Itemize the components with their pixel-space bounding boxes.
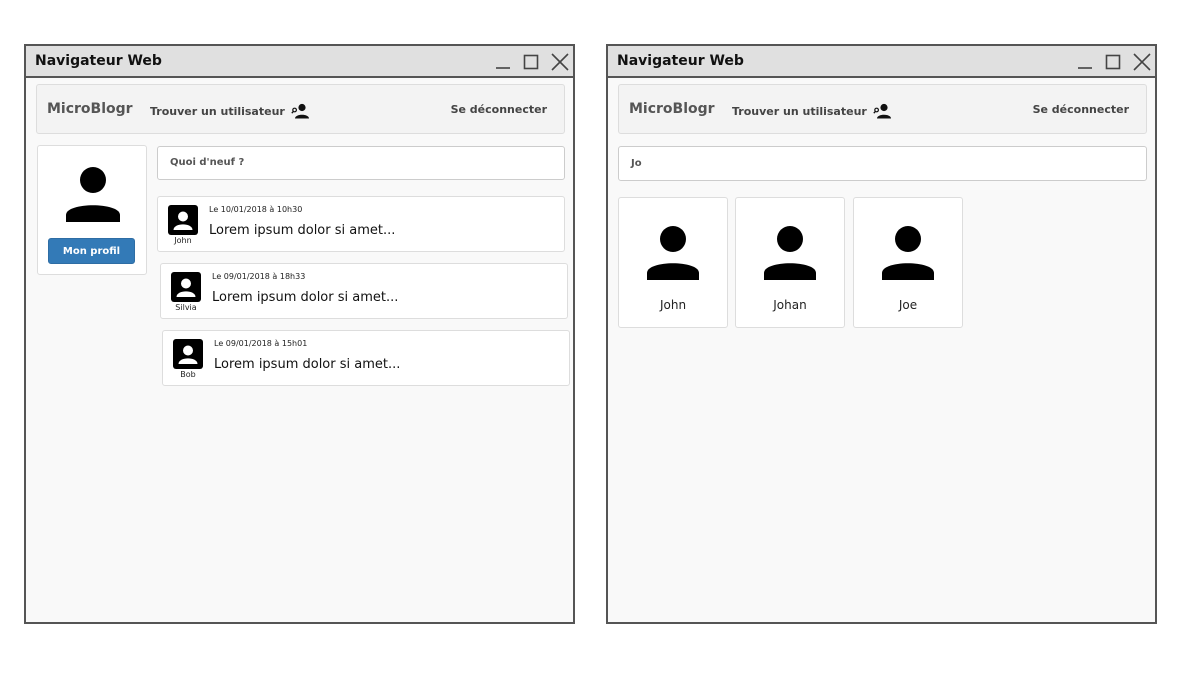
profile-card: Mon profil [37,145,147,275]
my-profile-button[interactable]: Mon profil [48,238,135,264]
user-avatar-icon [64,166,122,222]
find-user-link[interactable]: Trouver un utilisateur [150,103,311,119]
app-navbar: MicroBlogr Trouver un utilisateur Se déc… [618,84,1147,134]
minimize-icon[interactable] [493,52,513,72]
post-item[interactable]: John Le 10/01/2018 à 10h30 Lorem ipsum d… [157,196,565,252]
logout-link[interactable]: Se déconnecter [451,103,547,116]
account-box-icon [171,272,201,302]
compose-input[interactable]: Quoi d'neuf ? [157,146,565,180]
user-search-icon [291,103,311,119]
post-text: Lorem ipsum dolor si amet... [214,357,401,372]
user-avatar-icon [881,226,935,280]
window-title: Navigateur Web [617,53,744,69]
user-result-name: Johan [773,298,807,312]
post-author: Silvia [175,303,197,312]
maximize-icon[interactable] [1103,52,1123,72]
user-avatar-icon [646,226,700,280]
window-titlebar: Navigateur Web [26,46,573,78]
logout-link[interactable]: Se déconnecter [1033,103,1129,116]
brand-logo[interactable]: MicroBlogr [629,101,715,117]
post-date: Le 09/01/2018 à 18h33 [212,272,306,281]
user-avatar-icon [763,226,817,280]
post-item[interactable]: Silvia Le 09/01/2018 à 18h33 Lorem ipsum… [160,263,568,319]
post-text: Lorem ipsum dolor si amet... [209,223,396,238]
window-title: Navigateur Web [35,53,162,69]
maximize-icon[interactable] [521,52,541,72]
browser-window-search: Navigateur Web MicroBlogr Trouver un uti… [606,44,1157,624]
window-titlebar: Navigateur Web [608,46,1155,78]
find-user-label: Trouver un utilisateur [150,104,285,118]
user-result-card[interactable]: Johan [735,197,845,328]
post-date: Le 09/01/2018 à 15h01 [214,339,308,348]
find-user-link[interactable]: Trouver un utilisateur [732,103,893,119]
post-text: Lorem ipsum dolor si amet... [212,290,399,305]
user-result-name: Joe [898,298,918,312]
app-navbar: MicroBlogr Trouver un utilisateur Se déc… [36,84,565,134]
browser-window-timeline: Navigateur Web MicroBlogr Trouver un uti… [24,44,575,624]
account-box-icon [173,339,203,369]
user-search-input[interactable]: Jo [618,146,1147,181]
brand-logo[interactable]: MicroBlogr [47,101,133,117]
minimize-icon[interactable] [1075,52,1095,72]
close-icon[interactable] [1132,52,1152,72]
post-author: Bob [180,370,196,379]
user-search-icon [873,103,893,119]
post-author: John [174,236,192,245]
user-result-card[interactable]: John [618,197,728,328]
post-item[interactable]: Bob Le 09/01/2018 à 15h01 Lorem ipsum do… [162,330,570,386]
close-icon[interactable] [550,52,570,72]
user-result-card[interactable]: Joe [853,197,963,328]
user-result-name: John [659,298,687,312]
find-user-label: Trouver un utilisateur [732,104,867,118]
account-box-icon [168,205,198,235]
post-date: Le 10/01/2018 à 10h30 [209,205,303,214]
